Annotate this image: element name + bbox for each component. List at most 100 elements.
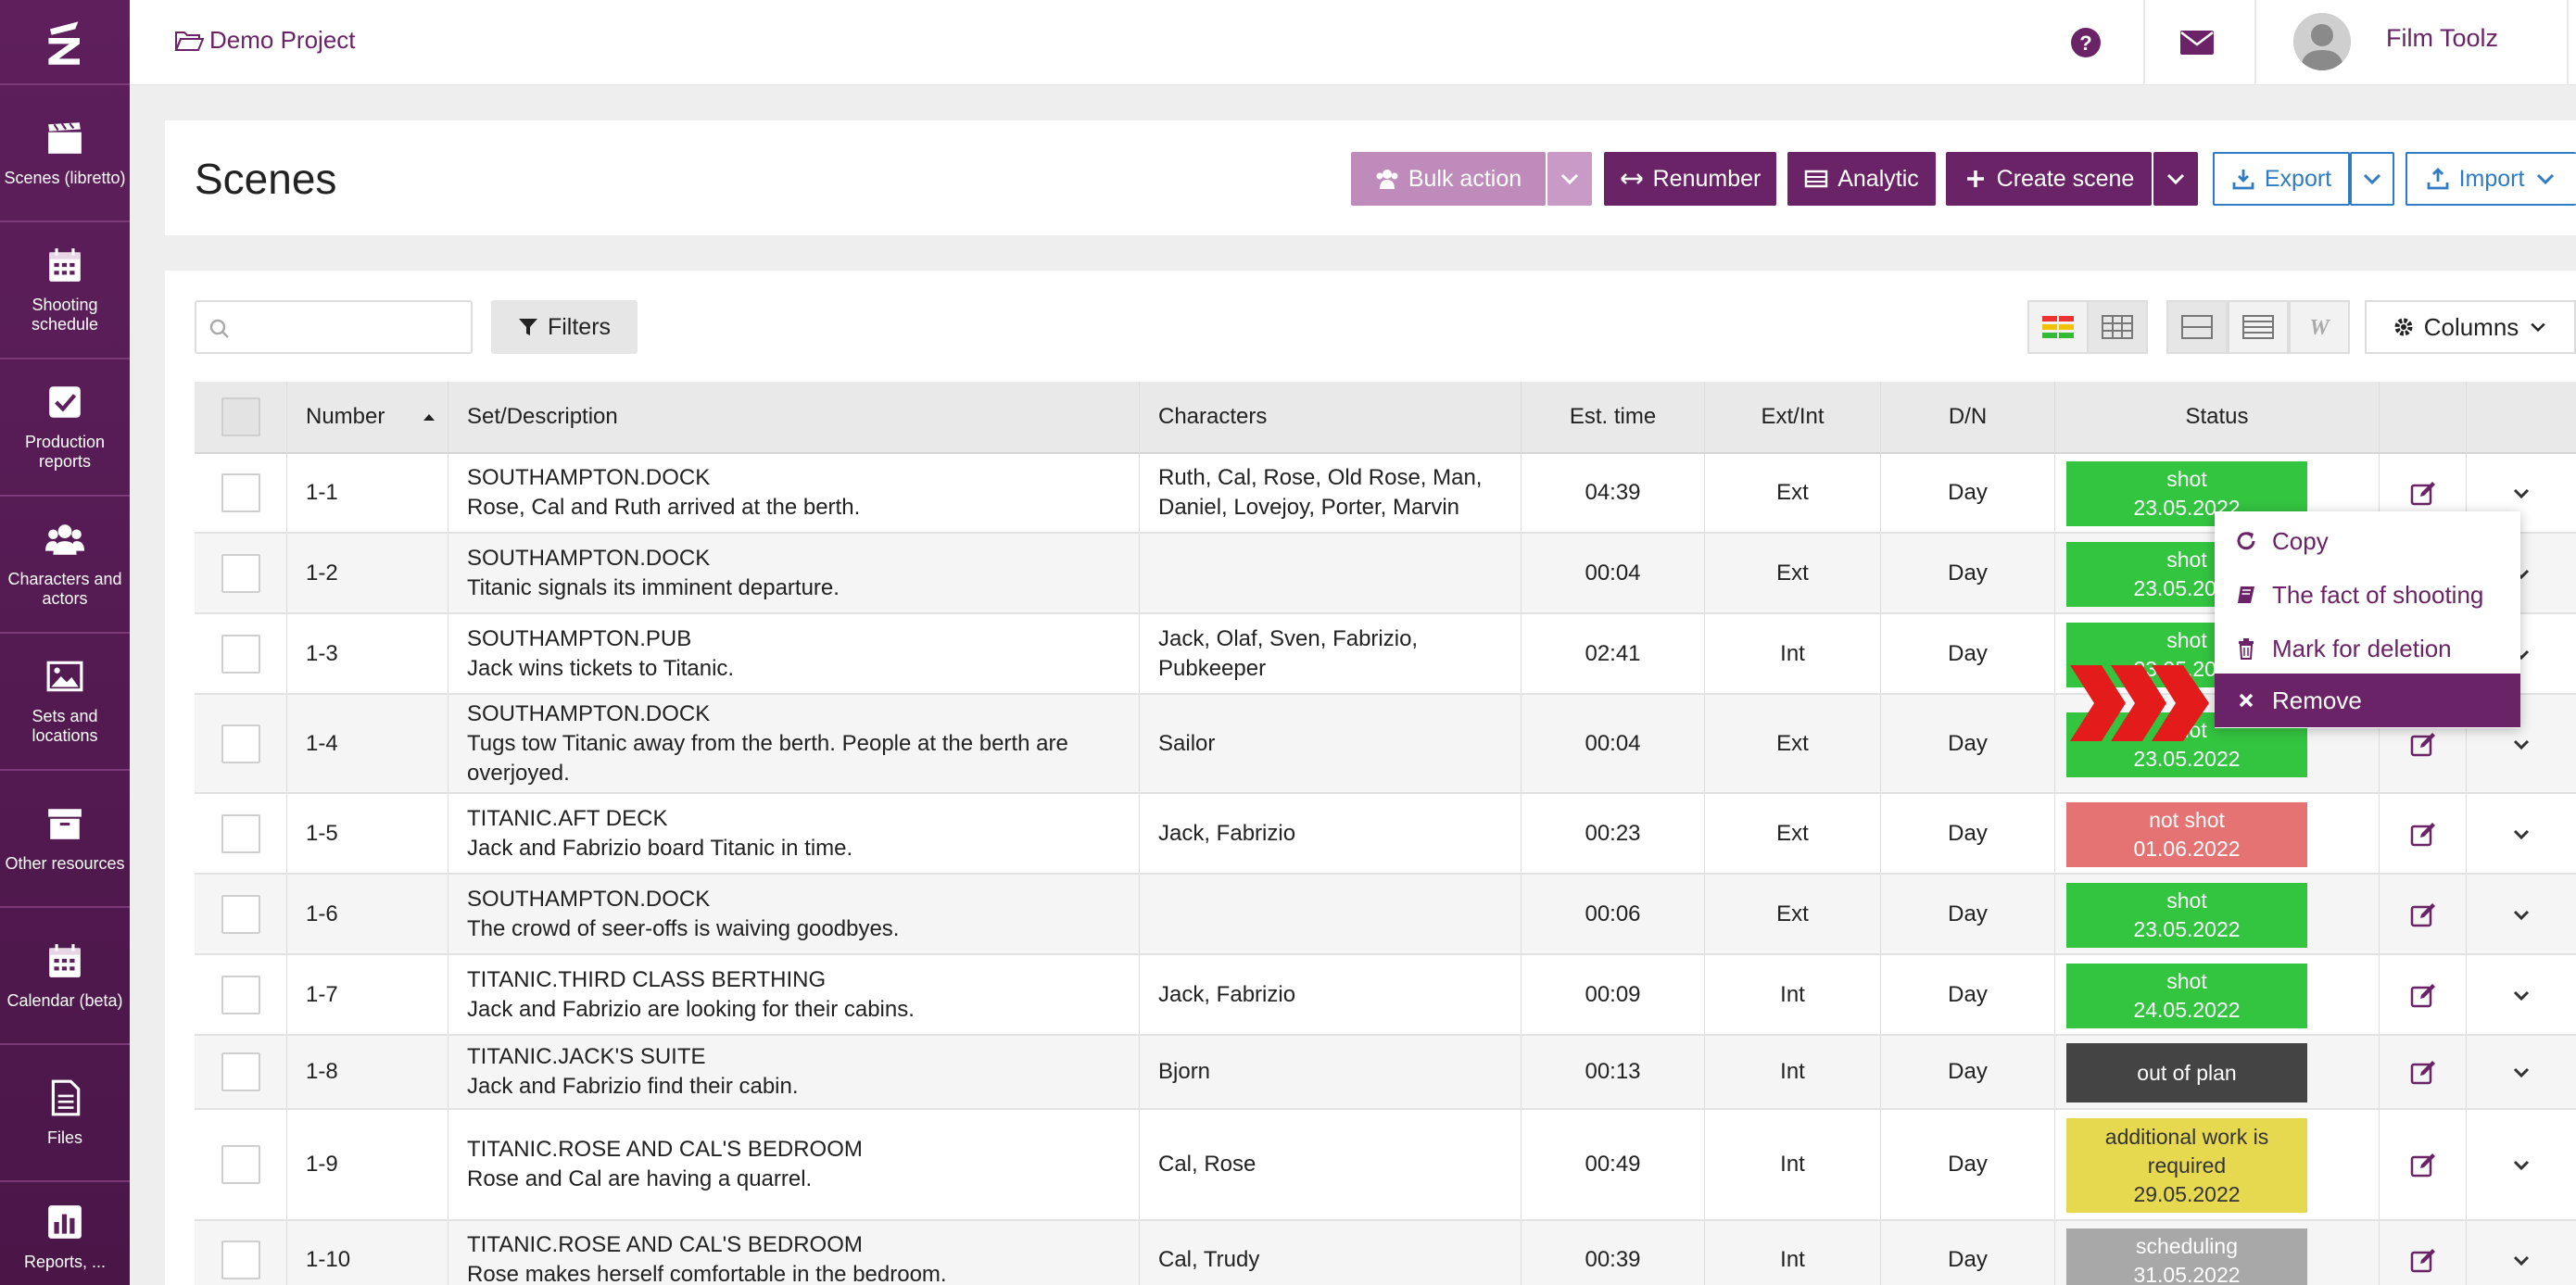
- chevron-down-icon[interactable]: [2511, 824, 2532, 844]
- row-checkbox[interactable]: [221, 1145, 260, 1184]
- wrap-text-button[interactable]: W: [2289, 300, 2350, 354]
- table-icon: [1804, 170, 1828, 188]
- table-row[interactable]: 1-9 TITANIC.ROSE AND CAL'S BEDROOM Rose an…: [195, 1110, 2576, 1221]
- messages-button[interactable]: [2175, 20, 2219, 65]
- columns-label: Columns: [2423, 312, 2519, 341]
- sidebar-item-characters[interactable]: Characters and actors: [0, 497, 130, 634]
- user-name[interactable]: Film Toolz: [2386, 24, 2498, 53]
- status-badge[interactable]: scheduling 31.05.2022: [2066, 1228, 2307, 1285]
- est-time-cell: 00:06: [1522, 875, 1705, 953]
- header-number[interactable]: Number: [287, 382, 448, 452]
- select-cell: [195, 875, 287, 953]
- chevron-down-icon[interactable]: [2511, 904, 2532, 925]
- table-row[interactable]: 1-10 TITANIC.ROSE AND CAL'S BEDROOM Rose m…: [195, 1221, 2576, 1285]
- header-day-night[interactable]: D/N: [1881, 382, 2055, 452]
- bulk-action-button[interactable]: Bulk action: [1351, 152, 1546, 206]
- header-status[interactable]: Status: [2055, 382, 2380, 452]
- export-button[interactable]: Export: [2213, 152, 2350, 206]
- edit-icon[interactable]: [2409, 1246, 2437, 1274]
- row-checkbox[interactable]: [221, 473, 260, 512]
- export-dropdown[interactable]: [2350, 152, 2394, 206]
- sidebar-item-calendar[interactable]: Calendar (beta): [0, 908, 130, 1045]
- grid-view-button[interactable]: [2087, 300, 2148, 354]
- table-row[interactable]: 1-8 TITANIC.JACK'S SUITE Jack and Fabrizio…: [195, 1036, 2576, 1110]
- ext-int-cell: Int: [1705, 1110, 1881, 1219]
- status-badge[interactable]: out of plan: [2066, 1043, 2307, 1102]
- menu-item-mark-for-deletion[interactable]: Mark for deletion: [2215, 622, 2520, 675]
- header-set-description[interactable]: Set/Description: [448, 382, 1140, 452]
- actions-cell: [2467, 875, 2576, 953]
- chevron-down-icon[interactable]: [2511, 483, 2532, 503]
- header-characters[interactable]: Characters: [1140, 382, 1522, 452]
- edit-icon[interactable]: [2409, 479, 2437, 507]
- chevron-down-icon[interactable]: [2511, 1250, 2532, 1270]
- table-row[interactable]: 1-5 TITANIC.AFT DECK Jack and Fabrizio boa…: [195, 794, 2576, 875]
- create-scene-dropdown[interactable]: [2153, 152, 2198, 206]
- columns-button[interactable]: Columns: [2365, 300, 2576, 354]
- row-checkbox[interactable]: [221, 1241, 260, 1279]
- row-checkbox[interactable]: [221, 553, 260, 593]
- search-input[interactable]: [195, 300, 473, 354]
- select-all-checkbox[interactable]: [221, 397, 260, 436]
- header-ext-int[interactable]: Ext/Int: [1705, 382, 1881, 452]
- row-height-large-button[interactable]: [2166, 300, 2228, 354]
- sidebar-item-scenes[interactable]: Scenes (libretto): [0, 85, 130, 222]
- row-checkbox[interactable]: [221, 724, 260, 763]
- day-night: Day: [1948, 730, 1988, 756]
- chevron-down-icon[interactable]: [2511, 985, 2532, 1005]
- actions-cell: [2467, 1036, 2576, 1108]
- app-logo[interactable]: [0, 0, 130, 85]
- chevron-down-icon[interactable]: [2511, 734, 2532, 754]
- edit-icon[interactable]: [2409, 981, 2437, 1009]
- edit-icon[interactable]: [2409, 730, 2437, 758]
- sidebar-item-reports[interactable]: Reports, ...: [0, 1182, 130, 1285]
- sidebar-item-label: Characters and actors: [7, 570, 122, 608]
- create-scene-button[interactable]: Create scene: [1946, 152, 2152, 206]
- svg-text:W: W: [2309, 316, 2330, 339]
- row-checkbox[interactable]: [221, 813, 260, 853]
- chevron-down-icon[interactable]: [2511, 1154, 2532, 1175]
- status-badge[interactable]: not shot 01.06.2022: [2066, 802, 2307, 867]
- row-height-compact-button[interactable]: [2228, 300, 2289, 354]
- edit-icon[interactable]: [2409, 1058, 2437, 1086]
- renumber-button[interactable]: Renumber: [1604, 152, 1776, 206]
- table-row[interactable]: 1-7 TITANIC.THIRD CLASS BERTHING Jack and …: [195, 955, 2576, 1036]
- status-badge[interactable]: shot 23.05.2022: [2066, 883, 2307, 948]
- bulk-action-dropdown[interactable]: [1547, 152, 1592, 206]
- edit-icon[interactable]: [2409, 1151, 2437, 1178]
- status-badge[interactable]: additional work is required 29.05.2022: [2066, 1118, 2307, 1213]
- description-cell: TITANIC.JACK'S SUITE Jack and Fabrizio fi…: [448, 1036, 1140, 1108]
- table-row[interactable]: 1-6 SOUTHAMPTON.DOCK The crowd of seer-off…: [195, 875, 2576, 955]
- analytic-button[interactable]: Analytic: [1787, 152, 1936, 206]
- filters-button[interactable]: Filters: [491, 300, 638, 354]
- scene-number: 1-7: [306, 981, 338, 1007]
- edit-icon[interactable]: [2409, 820, 2437, 848]
- menu-item-remove[interactable]: Remove: [2215, 674, 2520, 727]
- row-checkbox[interactable]: [221, 1052, 260, 1091]
- sidebar-item-files[interactable]: Files: [0, 1045, 130, 1182]
- sidebar-item-sets[interactable]: Sets and locations: [0, 634, 130, 771]
- row-checkbox[interactable]: [221, 975, 260, 1014]
- arrows-horizontal-icon: [1620, 173, 1643, 184]
- sidebar-item-shooting-schedule[interactable]: Shooting schedule: [0, 222, 130, 359]
- row-checkbox[interactable]: [221, 894, 260, 934]
- help-button[interactable]: ?: [2064, 20, 2108, 65]
- menu-item-fact-of-shooting[interactable]: The fact of shooting: [2215, 568, 2520, 622]
- sidebar-item-label: Shooting schedule: [31, 296, 99, 334]
- color-view-button[interactable]: [2027, 300, 2089, 354]
- menu-item-copy[interactable]: Copy: [2215, 514, 2520, 568]
- project-link[interactable]: Demo Project: [174, 26, 356, 55]
- status-badge[interactable]: shot 24.05.2022: [2066, 964, 2307, 1028]
- import-button[interactable]: Import: [2406, 152, 2576, 206]
- header-label: Set/Description: [467, 404, 618, 429]
- avatar[interactable]: [2293, 13, 2351, 70]
- chevron-down-icon[interactable]: [2511, 1062, 2532, 1082]
- sidebar-item-other-resources[interactable]: Other resources: [0, 771, 130, 908]
- edit-icon[interactable]: [2409, 901, 2437, 928]
- header-edit: [2380, 382, 2467, 452]
- row-checkbox[interactable]: [221, 634, 260, 674]
- status-cell: out of plan: [2055, 1036, 2380, 1108]
- select-cell: [195, 614, 287, 693]
- header-est-time[interactable]: Est. time: [1522, 382, 1705, 452]
- sidebar-item-production-reports[interactable]: Production reports: [0, 359, 130, 497]
